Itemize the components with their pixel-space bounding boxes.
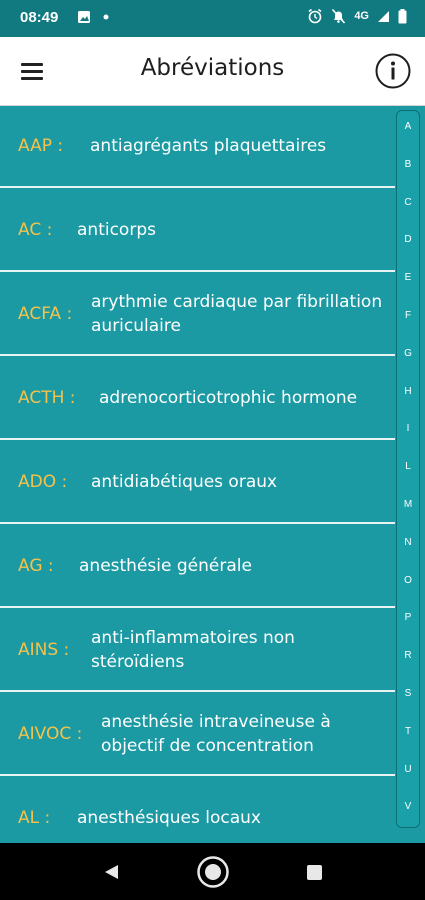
abbreviation-definition: arythmie cardiaque par fibrillation auri… [91, 291, 383, 336]
back-triangle-icon[interactable] [102, 863, 120, 881]
index-letter[interactable]: U [397, 764, 419, 775]
abbreviation-label: AINS : [18, 639, 70, 660]
system-navigation-bar [0, 843, 425, 900]
index-letter[interactable]: O [397, 575, 419, 586]
index-letter[interactable]: A [397, 121, 419, 132]
list-item[interactable]: AC : anticorps [0, 189, 395, 272]
abbreviation-definition: antidiabétiques oraux [91, 471, 278, 492]
abbreviation-label: AAP : [18, 135, 64, 156]
list-item[interactable]: ACFA : arythmie cardiaque par fibrillatio… [0, 273, 395, 356]
index-letter[interactable]: C [397, 197, 419, 208]
list-item[interactable]: ADO : antidiabétiques oraux [0, 441, 395, 524]
index-letter[interactable]: F [397, 310, 419, 321]
signal-icon [378, 10, 389, 22]
index-letter[interactable]: R [397, 650, 419, 661]
list-item[interactable]: AAP : antiagrégants plaquettaires [0, 105, 395, 188]
index-letter[interactable]: G [397, 348, 419, 359]
index-letter[interactable]: M [397, 499, 419, 510]
abbreviation-definition: anti-inflammatoires non stéroïdiens [91, 627, 295, 672]
abbreviation-label: AC : [18, 219, 53, 240]
battery-icon [398, 8, 407, 23]
list-item[interactable]: AG : anesthésie générale [0, 525, 395, 608]
index-letter[interactable]: B [397, 159, 419, 170]
index-letter[interactable]: T [397, 726, 419, 737]
abbreviation-label: ACTH : [18, 387, 76, 408]
index-letter[interactable]: P [397, 612, 419, 623]
status-system-icons: 4G [307, 8, 407, 24]
app-bar: Abréviations [0, 37, 425, 106]
status-bar: 08:49 4G [0, 0, 425, 37]
index-letter[interactable]: N [397, 537, 419, 548]
abbreviation-definition: adrenocorticotrophic hormone [99, 387, 358, 408]
list-item[interactable]: AIVOC : anesthésie intraveineuse à object… [0, 693, 395, 776]
index-letter[interactable]: E [397, 272, 419, 283]
abbreviation-definition: anesthésie intraveineuse à objectif de c… [101, 711, 331, 756]
network-type-label: 4G [354, 10, 369, 22]
abbreviation-definition: anesthésie générale [79, 555, 252, 576]
index-letter[interactable]: I [397, 423, 419, 434]
list-item[interactable]: ACTH : adrenocorticotrophic hormone [0, 357, 395, 440]
index-letter[interactable]: H [397, 386, 419, 397]
index-letter[interactable]: D [397, 234, 419, 245]
status-notification-icons [77, 10, 109, 24]
abbreviation-label: AL : [18, 807, 51, 828]
page-title: Abréviations [140, 55, 285, 81]
notifications-off-icon [332, 8, 346, 24]
list-item[interactable]: AL : anesthésiques locaux [0, 777, 395, 843]
index-letter[interactable]: S [397, 688, 419, 699]
dot-notification-icon [103, 14, 109, 20]
index-letter[interactable]: L [397, 461, 419, 472]
status-time: 08:49 [20, 9, 59, 26]
gallery-notification-icon [78, 11, 90, 23]
list-item[interactable]: AINS : anti-inflammatoires non stéroïdien… [0, 609, 395, 692]
alphabet-index[interactable]: A B C D E F G H I L M N O P R S T U V [396, 110, 420, 828]
abbreviation-list[interactable]: AAP : antiagrégants plaquettaires AC : anti… [0, 105, 425, 843]
abbreviation-definition: antiagrégants plaquettaires [90, 135, 327, 156]
alarm-icon [308, 8, 322, 24]
abbreviation-definition: anticorps [77, 219, 156, 240]
abbreviation-label: ACFA : [18, 303, 73, 324]
home-circle-icon[interactable] [196, 855, 230, 889]
abbreviation-definition: anesthésiques locaux [77, 807, 261, 828]
index-letter[interactable]: V [397, 801, 419, 812]
info-icon[interactable] [375, 53, 411, 89]
abbreviation-label: AG : [18, 555, 54, 576]
recents-square-icon[interactable] [306, 864, 323, 881]
abbreviation-label: AIVOC : [18, 723, 83, 744]
abbreviation-label: ADO : [18, 471, 68, 492]
